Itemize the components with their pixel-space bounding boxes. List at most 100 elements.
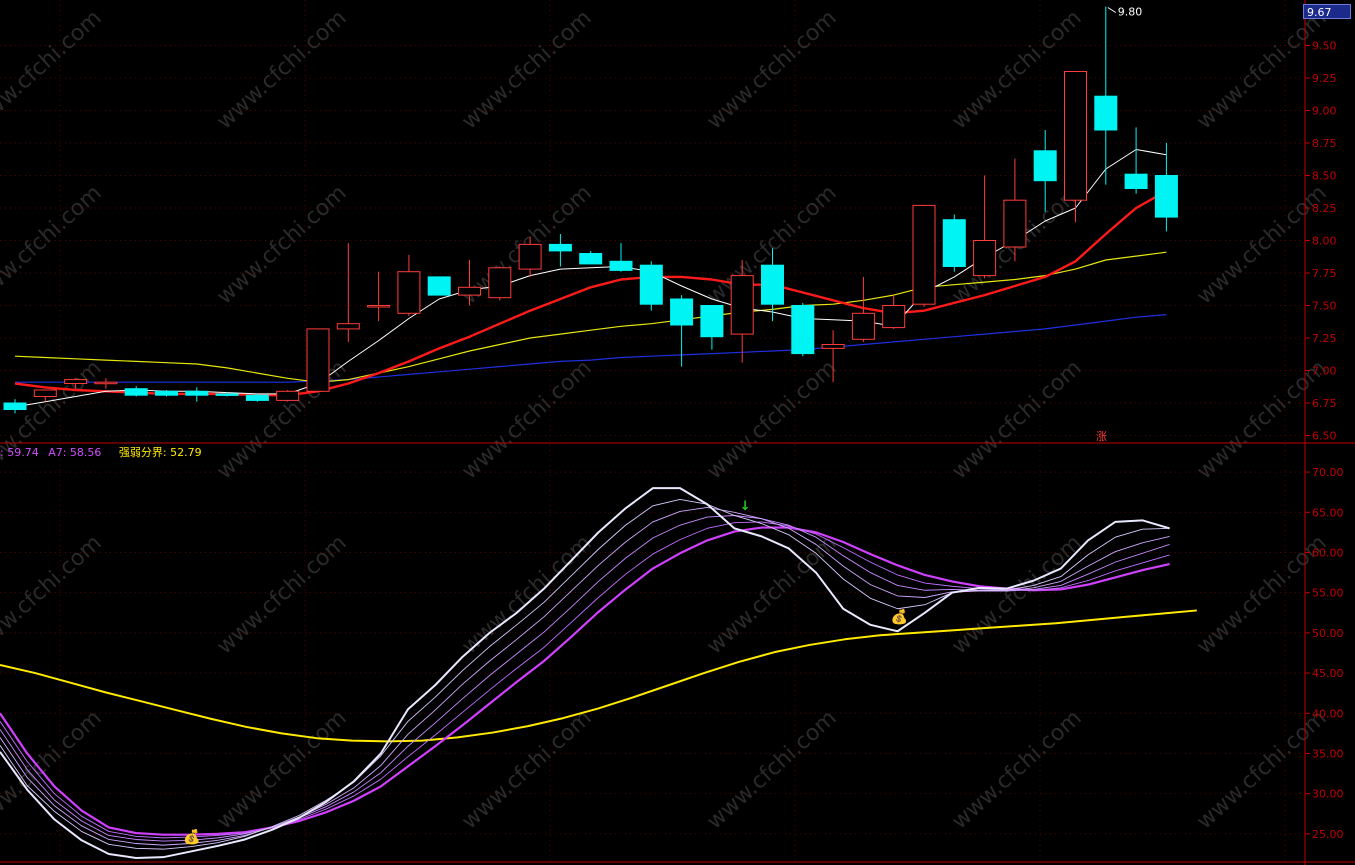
watermark-text: www.cfchi.com <box>0 6 107 135</box>
watermarks: www.cfchi.com www.cfchi.com www.cfchi.com w… <box>0 6 1332 835</box>
candle-body <box>670 298 694 326</box>
watermark-text: www.cfchi.com <box>212 531 351 660</box>
candle[interactable] <box>670 295 694 367</box>
candle[interactable] <box>730 260 754 363</box>
watermark-text: www.cfchi.com <box>702 356 841 485</box>
limit-up-marker: 涨 <box>1096 430 1107 443</box>
legend-a7: A7: 58.56 <box>48 446 102 459</box>
candle-body <box>276 390 300 401</box>
candle[interactable] <box>942 214 966 272</box>
candle-body <box>367 305 391 308</box>
watermark-text: www.cfchi.com <box>947 356 1086 485</box>
watermark-text: www.cfchi.com <box>0 181 107 310</box>
candle[interactable] <box>882 295 906 329</box>
candle-body <box>609 260 633 271</box>
candle-body <box>1154 175 1178 218</box>
legend-a6: : 59.74 <box>0 446 39 459</box>
price-tick-label: 9.50 <box>1312 40 1337 53</box>
indicator-tick-label: 25.00 <box>1312 828 1344 841</box>
indicator-tick-label: 65.00 <box>1312 506 1344 519</box>
candle-body <box>730 275 754 335</box>
watermark-text: www.cfchi.com <box>1192 356 1331 485</box>
candle-body <box>336 323 360 330</box>
price-tick-label: 8.25 <box>1312 202 1337 215</box>
indicator-panel[interactable]: 💰 💰 ↓ <box>0 487 1197 859</box>
high-marker-label: 9.80 <box>1118 6 1143 19</box>
candle-body <box>700 305 724 338</box>
candle[interactable] <box>912 204 936 307</box>
candle[interactable] <box>1003 158 1027 262</box>
candle[interactable] <box>1064 71 1087 223</box>
candle[interactable] <box>397 254 421 316</box>
stock-chart[interactable]: www.cfchi.com www.cfchi.com www.cfchi.com w… <box>0 0 1355 865</box>
grid-lines <box>0 0 1355 863</box>
candle-body <box>1094 95 1118 131</box>
watermark-text: www.cfchi.com <box>702 6 841 135</box>
watermark-text: www.cfchi.com <box>457 706 596 835</box>
candle[interactable] <box>306 328 330 393</box>
price-tick-label: 8.50 <box>1312 170 1337 183</box>
candle-body <box>94 381 118 385</box>
candle-body <box>851 312 875 340</box>
candle[interactable] <box>791 302 815 357</box>
candle[interactable] <box>1094 6 1118 185</box>
candle-body <box>942 219 966 267</box>
price-tick-label: 9.25 <box>1312 72 1337 85</box>
candle[interactable] <box>276 390 300 402</box>
candle-body <box>215 393 239 396</box>
indicator-tick-label: 45.00 <box>1312 667 1344 680</box>
candle[interactable] <box>3 399 27 414</box>
candle[interactable] <box>185 387 209 402</box>
candle[interactable] <box>488 266 512 301</box>
candle[interactable] <box>124 386 148 397</box>
legend-boundary: 强弱分界: 52.79 <box>118 446 202 459</box>
arrow-down-icon: ↓ <box>740 499 751 514</box>
candle-body <box>306 328 330 392</box>
money-bag-icon: 💰 <box>891 608 908 625</box>
price-tick-label: 7.50 <box>1312 300 1337 313</box>
price-tick-label: 6.75 <box>1312 397 1337 410</box>
candle[interactable] <box>700 305 724 350</box>
watermark-text: www.cfchi.com <box>1192 181 1331 310</box>
price-tick-label: 6.50 <box>1312 430 1337 443</box>
candle[interactable] <box>336 243 360 342</box>
candle[interactable] <box>609 243 633 272</box>
candle-body <box>397 271 421 314</box>
indicator-tick-label: 35.00 <box>1312 747 1344 760</box>
indicator-tick-label: 40.00 <box>1312 707 1344 720</box>
watermark-text: www.cfchi.com <box>947 531 1086 660</box>
price-tick-label: 9.00 <box>1312 105 1337 118</box>
indicator-tick-label: 55.00 <box>1312 587 1344 600</box>
candle[interactable] <box>639 261 663 311</box>
candle-body <box>1064 71 1087 201</box>
price-tick-label: 8.75 <box>1312 137 1337 150</box>
watermark-text: www.cfchi.com <box>1192 531 1331 660</box>
ma10-line <box>14 190 1167 397</box>
price-tick-label: 7.00 <box>1312 365 1337 378</box>
candle-body <box>973 240 997 277</box>
candle[interactable] <box>155 390 178 397</box>
candle[interactable] <box>1154 143 1178 232</box>
watermark-text: www.cfchi.com <box>1192 706 1331 835</box>
watermark-text: www.cfchi.com <box>212 181 351 310</box>
candle-body <box>1033 150 1057 182</box>
watermark-text: www.cfchi.com <box>0 356 107 485</box>
watermark-text: www.cfchi.com <box>0 531 107 660</box>
candle-body <box>639 264 663 305</box>
candle-body <box>548 243 572 252</box>
candle[interactable] <box>427 276 451 296</box>
candle[interactable] <box>579 250 603 265</box>
money-bag-icon: 💰 <box>183 829 200 846</box>
watermark-text: www.cfchi.com <box>457 6 596 135</box>
indicator-tick-label: 50.00 <box>1312 627 1344 640</box>
candle[interactable] <box>367 271 391 322</box>
candle[interactable] <box>548 234 572 267</box>
candle[interactable] <box>1124 127 1148 194</box>
candle-body <box>124 388 148 396</box>
candle[interactable] <box>245 393 269 402</box>
watermark-text: www.cfchi.com <box>1192 6 1331 135</box>
indicator-tick-label: 70.00 <box>1312 466 1344 479</box>
candle[interactable] <box>973 175 997 279</box>
price-tick-label: 8.00 <box>1312 235 1337 248</box>
last-price-label: 9.67 <box>1303 4 1351 19</box>
